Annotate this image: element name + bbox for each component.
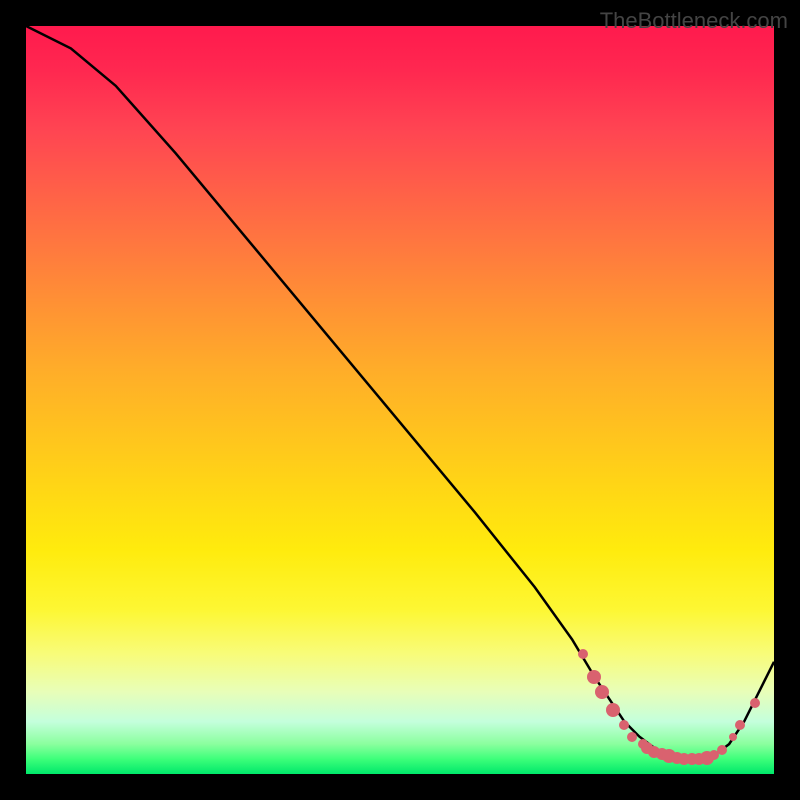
chart-marker (595, 685, 609, 699)
chart-marker (587, 670, 601, 684)
chart-plot-area (26, 26, 774, 774)
chart-marker (735, 720, 745, 730)
chart-marker (729, 733, 737, 741)
chart-marker (606, 703, 620, 717)
chart-marker (619, 720, 629, 730)
chart-marker (717, 745, 727, 755)
watermark-text: TheBottleneck.com (600, 8, 788, 34)
chart-marker (750, 698, 760, 708)
chart-marker (578, 649, 588, 659)
chart-curve (26, 26, 774, 774)
chart-marker (627, 732, 637, 742)
